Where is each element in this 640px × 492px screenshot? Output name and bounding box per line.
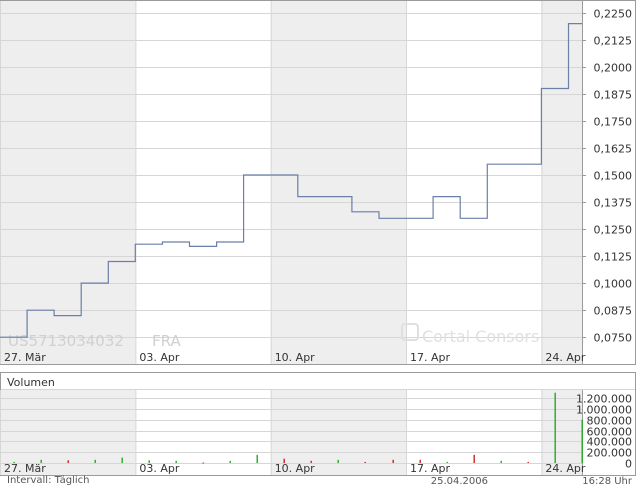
price-ytick-label: 0,2125 <box>594 35 633 48</box>
price-xtick-label: 24. Apr <box>545 351 585 364</box>
volume-panel: Volumen 1.200.0001.000.000800.000600.000… <box>0 372 636 476</box>
footer-date: 25.04.2006 <box>431 476 488 487</box>
volume-bar <box>527 461 529 463</box>
volume-xtick-label: 17. Apr <box>410 462 450 475</box>
volume-title: Volumen <box>7 376 55 389</box>
price-ytick-label: 0,2000 <box>594 62 633 75</box>
volume-bar <box>554 392 556 463</box>
chart-svg: US5713034032 FRA Cortal Consors 0,0750 0,… <box>0 0 636 487</box>
volume-xtick-label: 03. Apr <box>139 462 179 475</box>
volume-xtick-label: 10. Apr <box>275 462 315 475</box>
price-ytick-label: 0,1750 <box>594 116 633 129</box>
price-ytick-label: 0,1875 <box>594 89 633 102</box>
price-ytick-label: 0,1375 <box>594 197 633 210</box>
volume-bar <box>473 454 475 463</box>
price-panel: US5713034032 FRA Cortal Consors 0,0750 0,… <box>0 0 636 365</box>
volume-bar <box>229 460 231 463</box>
volume-bar <box>94 459 96 463</box>
volume-bar <box>256 454 258 463</box>
volume-xtick-label: 27. Mär <box>4 462 46 475</box>
volume-bar <box>202 462 204 464</box>
price-ytick-label: 0,1000 <box>594 278 633 291</box>
volume-bar <box>581 419 583 463</box>
price-ytick-label: 0,1500 <box>594 170 633 183</box>
volume-bar <box>121 457 123 463</box>
watermark-isin: US5713034032 <box>8 332 124 350</box>
price-week-shade <box>541 1 582 364</box>
watermark-exchange: FRA <box>152 332 181 350</box>
volume-xtick-label: 24. Apr <box>545 462 585 475</box>
volume-bar <box>364 461 366 463</box>
price-ytick-label: 0,0750 <box>594 332 633 345</box>
volume-bar <box>392 459 394 463</box>
volume-bar <box>500 460 502 463</box>
price-ytick-label: 0,1250 <box>594 224 633 237</box>
volume-bar <box>67 460 69 463</box>
price-ytick-label: 0,2250 <box>594 8 633 21</box>
price-xtick-label: 10. Apr <box>275 351 315 364</box>
price-week-shade <box>270 1 407 364</box>
interval-label: Intervall: Täglich <box>7 475 89 486</box>
price-ytick-label: 0,1625 <box>594 143 633 156</box>
price-xtick-label: 17. Apr <box>410 351 450 364</box>
price-ytick-label: 0,0875 <box>594 305 633 318</box>
footer-time: 16:28 Uhr <box>582 476 633 487</box>
volume-bar <box>337 459 339 463</box>
volume-ytick-label: 0 <box>625 458 632 471</box>
price-ytick-label: 0,1125 <box>594 251 633 264</box>
brand-name: Cortal Consors <box>422 327 539 346</box>
brand-logo: Cortal Consors <box>401 323 539 346</box>
price-week-shade <box>1 1 136 364</box>
price-xtick-label: 27. Mär <box>4 351 46 364</box>
price-xtick-label: 03. Apr <box>139 351 179 364</box>
chart-stage: US5713034032 FRA Cortal Consors 0,0750 0,… <box>0 0 640 492</box>
